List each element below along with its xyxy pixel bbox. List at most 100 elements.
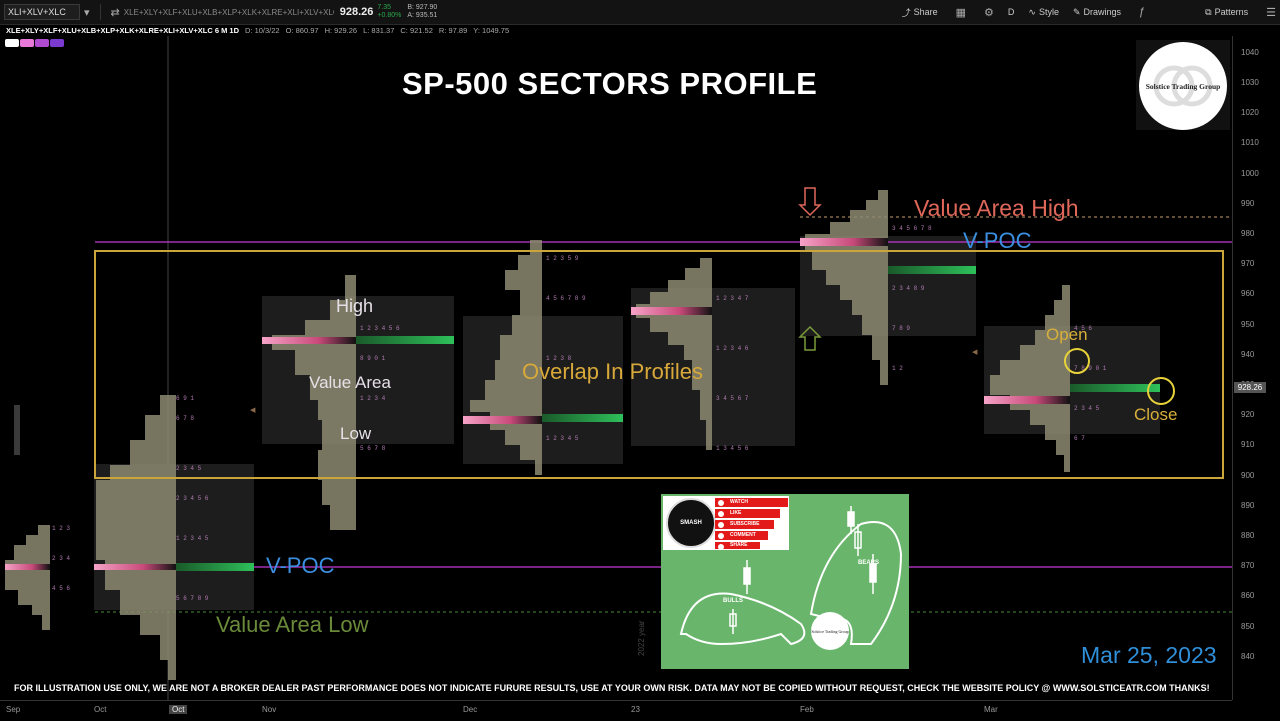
svg-text:2 3 4: 2 3 4 xyxy=(52,555,70,562)
last-price: 928.26 xyxy=(339,6,374,18)
share-button[interactable]: ⤴ Share xyxy=(902,6,938,19)
patterns-button[interactable]: ⧉ Patterns xyxy=(1205,7,1248,18)
grid-icon[interactable]: ▦ xyxy=(956,6,966,19)
down-arrow-icon xyxy=(798,187,822,217)
year-watermark: 2022 year xyxy=(637,620,646,656)
time-axis[interactable]: Sep Oct Oct Nov Dec 23 Feb Mar xyxy=(0,700,1232,721)
tpo-poc-bar xyxy=(888,266,976,274)
solstice-logo: Solstice Trading Group xyxy=(1136,40,1230,130)
price-tick: 940 xyxy=(1241,350,1255,359)
price-tick: 960 xyxy=(1241,289,1255,298)
info-open: O: 860.97 xyxy=(285,25,319,35)
symbol-selector[interactable]: XLI+XLV+XLC xyxy=(4,4,80,20)
vpoc-bar xyxy=(5,564,50,570)
patterns-label: Patterns xyxy=(1214,7,1249,17)
profile-oct xyxy=(96,385,176,680)
svg-text:4 5 6 7 8 9: 4 5 6 7 8 9 xyxy=(546,295,586,302)
svg-text:6 9 1: 6 9 1 xyxy=(176,395,194,402)
vpoc-bar xyxy=(94,564,176,570)
logo-text: Solstice Trading Group xyxy=(1145,81,1221,91)
label-value-area-high: Value Area High xyxy=(914,195,1079,221)
change-percent: +0.80% xyxy=(377,12,402,19)
disclaimer-text: FOR ILLUSTRATION USE ONLY, WE ARE NOT A … xyxy=(14,683,1210,693)
svg-text:1 2 3 4 5 6: 1 2 3 4 5 6 xyxy=(360,325,400,332)
label-value-area-low: Value Area Low xyxy=(216,612,369,637)
price-axis[interactable]: 1040 1030 1020 1010 1000 990 980 970 960… xyxy=(1232,36,1280,700)
share-label: Share xyxy=(913,7,938,17)
value-area-shade xyxy=(262,296,454,444)
settings-gear-icon[interactable]: ⚙ xyxy=(984,6,994,19)
menu-icon[interactable]: ☰ xyxy=(1266,6,1276,19)
info-close: C: 921.52 xyxy=(400,25,433,35)
svg-text:2 3 4 5 6: 2 3 4 5 6 xyxy=(176,495,209,502)
bears-label: BEARS xyxy=(858,560,880,566)
price-tick: 860 xyxy=(1241,591,1255,600)
price-tick: 980 xyxy=(1241,229,1255,238)
mini-logo: Solstice Trading Group xyxy=(811,612,849,650)
patterns-icon: ⧉ xyxy=(1205,6,1212,17)
price-tick: 850 xyxy=(1241,622,1255,631)
style-button[interactable]: ∿ Style xyxy=(1028,7,1059,18)
change-value: 7.35 xyxy=(377,4,392,11)
svg-text:1 2 3 4 5: 1 2 3 4 5 xyxy=(176,535,209,542)
svg-text:2 3 4 8 9: 2 3 4 8 9 xyxy=(892,285,925,292)
style-icon: ∿ xyxy=(1028,6,1036,17)
label-close: Close xyxy=(1134,405,1178,424)
studies-icon[interactable]: ƒ xyxy=(1139,6,1145,18)
svg-text:2 3 4 5: 2 3 4 5 xyxy=(176,465,202,472)
info-y: Y: 1049.75 xyxy=(473,25,510,35)
svg-text:7 8 9: 7 8 9 xyxy=(892,325,910,332)
time-label: Feb xyxy=(800,705,814,714)
compare-icon[interactable]: ⇄ xyxy=(111,6,120,19)
info-high: H: 929.26 xyxy=(324,25,358,35)
label-vpoc-top: V-POC xyxy=(963,228,1032,253)
divider xyxy=(99,4,101,20)
vpoc-bar xyxy=(262,337,356,344)
tpo-poc-bar xyxy=(1070,384,1160,392)
vpoc-bar xyxy=(800,238,888,246)
time-label: 23 xyxy=(631,705,640,714)
info-date: D: 10/3/22 xyxy=(245,25,280,35)
label-open: Open xyxy=(1046,325,1088,344)
svg-text:1 2: 1 2 xyxy=(892,365,903,372)
label-vpoc-bottom: V-POC xyxy=(266,553,335,578)
vpoc-bar xyxy=(984,396,1070,404)
drawings-button[interactable]: ✎ Drawings xyxy=(1073,7,1121,18)
price-tick: 890 xyxy=(1241,501,1255,510)
time-label: Oct xyxy=(94,705,107,714)
time-label: Sep xyxy=(6,705,21,714)
dropdown-icon[interactable]: ▾ xyxy=(84,6,90,19)
tpo-poc-bar xyxy=(176,563,254,571)
svg-text:1 2 3 4 7: 1 2 3 4 7 xyxy=(716,295,749,302)
svg-text:5 6 7 8 9: 5 6 7 8 9 xyxy=(176,595,209,602)
time-label-highlight: Oct xyxy=(169,705,188,714)
profile-marker: ◀ xyxy=(250,407,256,414)
drawings-label: Drawings xyxy=(1083,7,1122,17)
promo-image: SMASH WATCH LIKE SUBSCRIBE COMMENT SHARE… xyxy=(661,494,909,669)
svg-text:4 5 6: 4 5 6 xyxy=(52,585,70,592)
profile-marker: ◀ xyxy=(972,349,978,356)
price-tick: 910 xyxy=(1241,440,1255,449)
interval-button[interactable]: D xyxy=(1008,7,1015,17)
vpoc-bar xyxy=(631,307,712,315)
style-label: Style xyxy=(1038,7,1059,17)
svg-text:8 9 0 1: 8 9 0 1 xyxy=(360,355,386,362)
chart-title: SP-500 SECTORS PROFILE xyxy=(402,66,818,101)
info-low: L: 831.37 xyxy=(363,25,395,35)
left-mini-profile xyxy=(14,405,20,455)
price-tick: 970 xyxy=(1241,259,1255,268)
svg-text:7 8 9 0 1: 7 8 9 0 1 xyxy=(1074,365,1107,372)
svg-text:1 2 3 4 5: 1 2 3 4 5 xyxy=(546,435,579,442)
price-tick: 840 xyxy=(1241,652,1255,661)
svg-text:5 6 7 8: 5 6 7 8 xyxy=(360,445,386,452)
bid: B: 927.90 xyxy=(407,4,438,11)
bulls-label: BULLS xyxy=(723,598,743,604)
price-tick: 880 xyxy=(1241,531,1255,540)
last-price-tag: 928.26 xyxy=(1234,382,1266,393)
svg-text:1 2 3 5 9: 1 2 3 5 9 xyxy=(546,255,579,262)
price-tick: 1040 xyxy=(1241,48,1259,57)
profile-sep xyxy=(5,520,50,630)
tpo-poc-bar xyxy=(356,336,454,344)
info-range: R: 97.89 xyxy=(438,25,468,35)
date-stamp: Mar 25, 2023 xyxy=(1081,642,1217,668)
